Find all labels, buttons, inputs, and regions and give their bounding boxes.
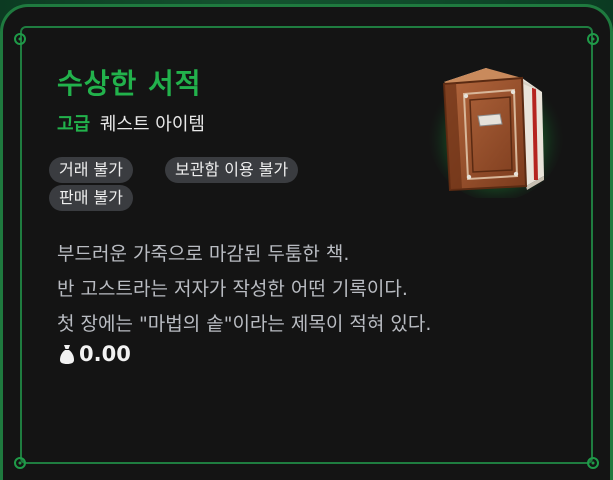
item-name: 수상한 서적 — [57, 67, 202, 100]
tag-no-sell: 판매 불가 — [49, 185, 133, 211]
description-line: 반 고스트라는 저자가 작성한 어떤 기록이다. — [57, 278, 408, 300]
item-grade: 고급 — [57, 114, 91, 135]
item-description: 부드러운 가죽으로 마감된 두툼한 책. 반 고스트라는 저자가 작성한 어떤 … — [57, 237, 431, 342]
description-line: 부드러운 가죽으로 마감된 두툼한 책. — [57, 243, 350, 265]
price-value: 0.00 — [79, 342, 131, 366]
tag-no-trade: 거래 불가 — [49, 157, 133, 183]
corner-ornament-icon — [585, 31, 601, 47]
money-bag-icon — [58, 343, 76, 365]
description-line: 첫 장에는 "마법의 솥"이라는 제목이 적혀 있다. — [57, 313, 432, 335]
corner-ornament-icon — [12, 455, 28, 471]
corner-ornament-icon — [585, 455, 601, 471]
item-type: 퀘스트 아이템 — [99, 114, 205, 135]
tag-no-storage: 보관함 이용 불가 — [165, 157, 299, 183]
leather-book-icon — [426, 58, 566, 198]
item-subtitle: 고급 퀘스트 아이템 — [57, 110, 205, 136]
corner-ornament-icon — [12, 31, 28, 47]
item-price: 0.00 — [58, 342, 131, 366]
